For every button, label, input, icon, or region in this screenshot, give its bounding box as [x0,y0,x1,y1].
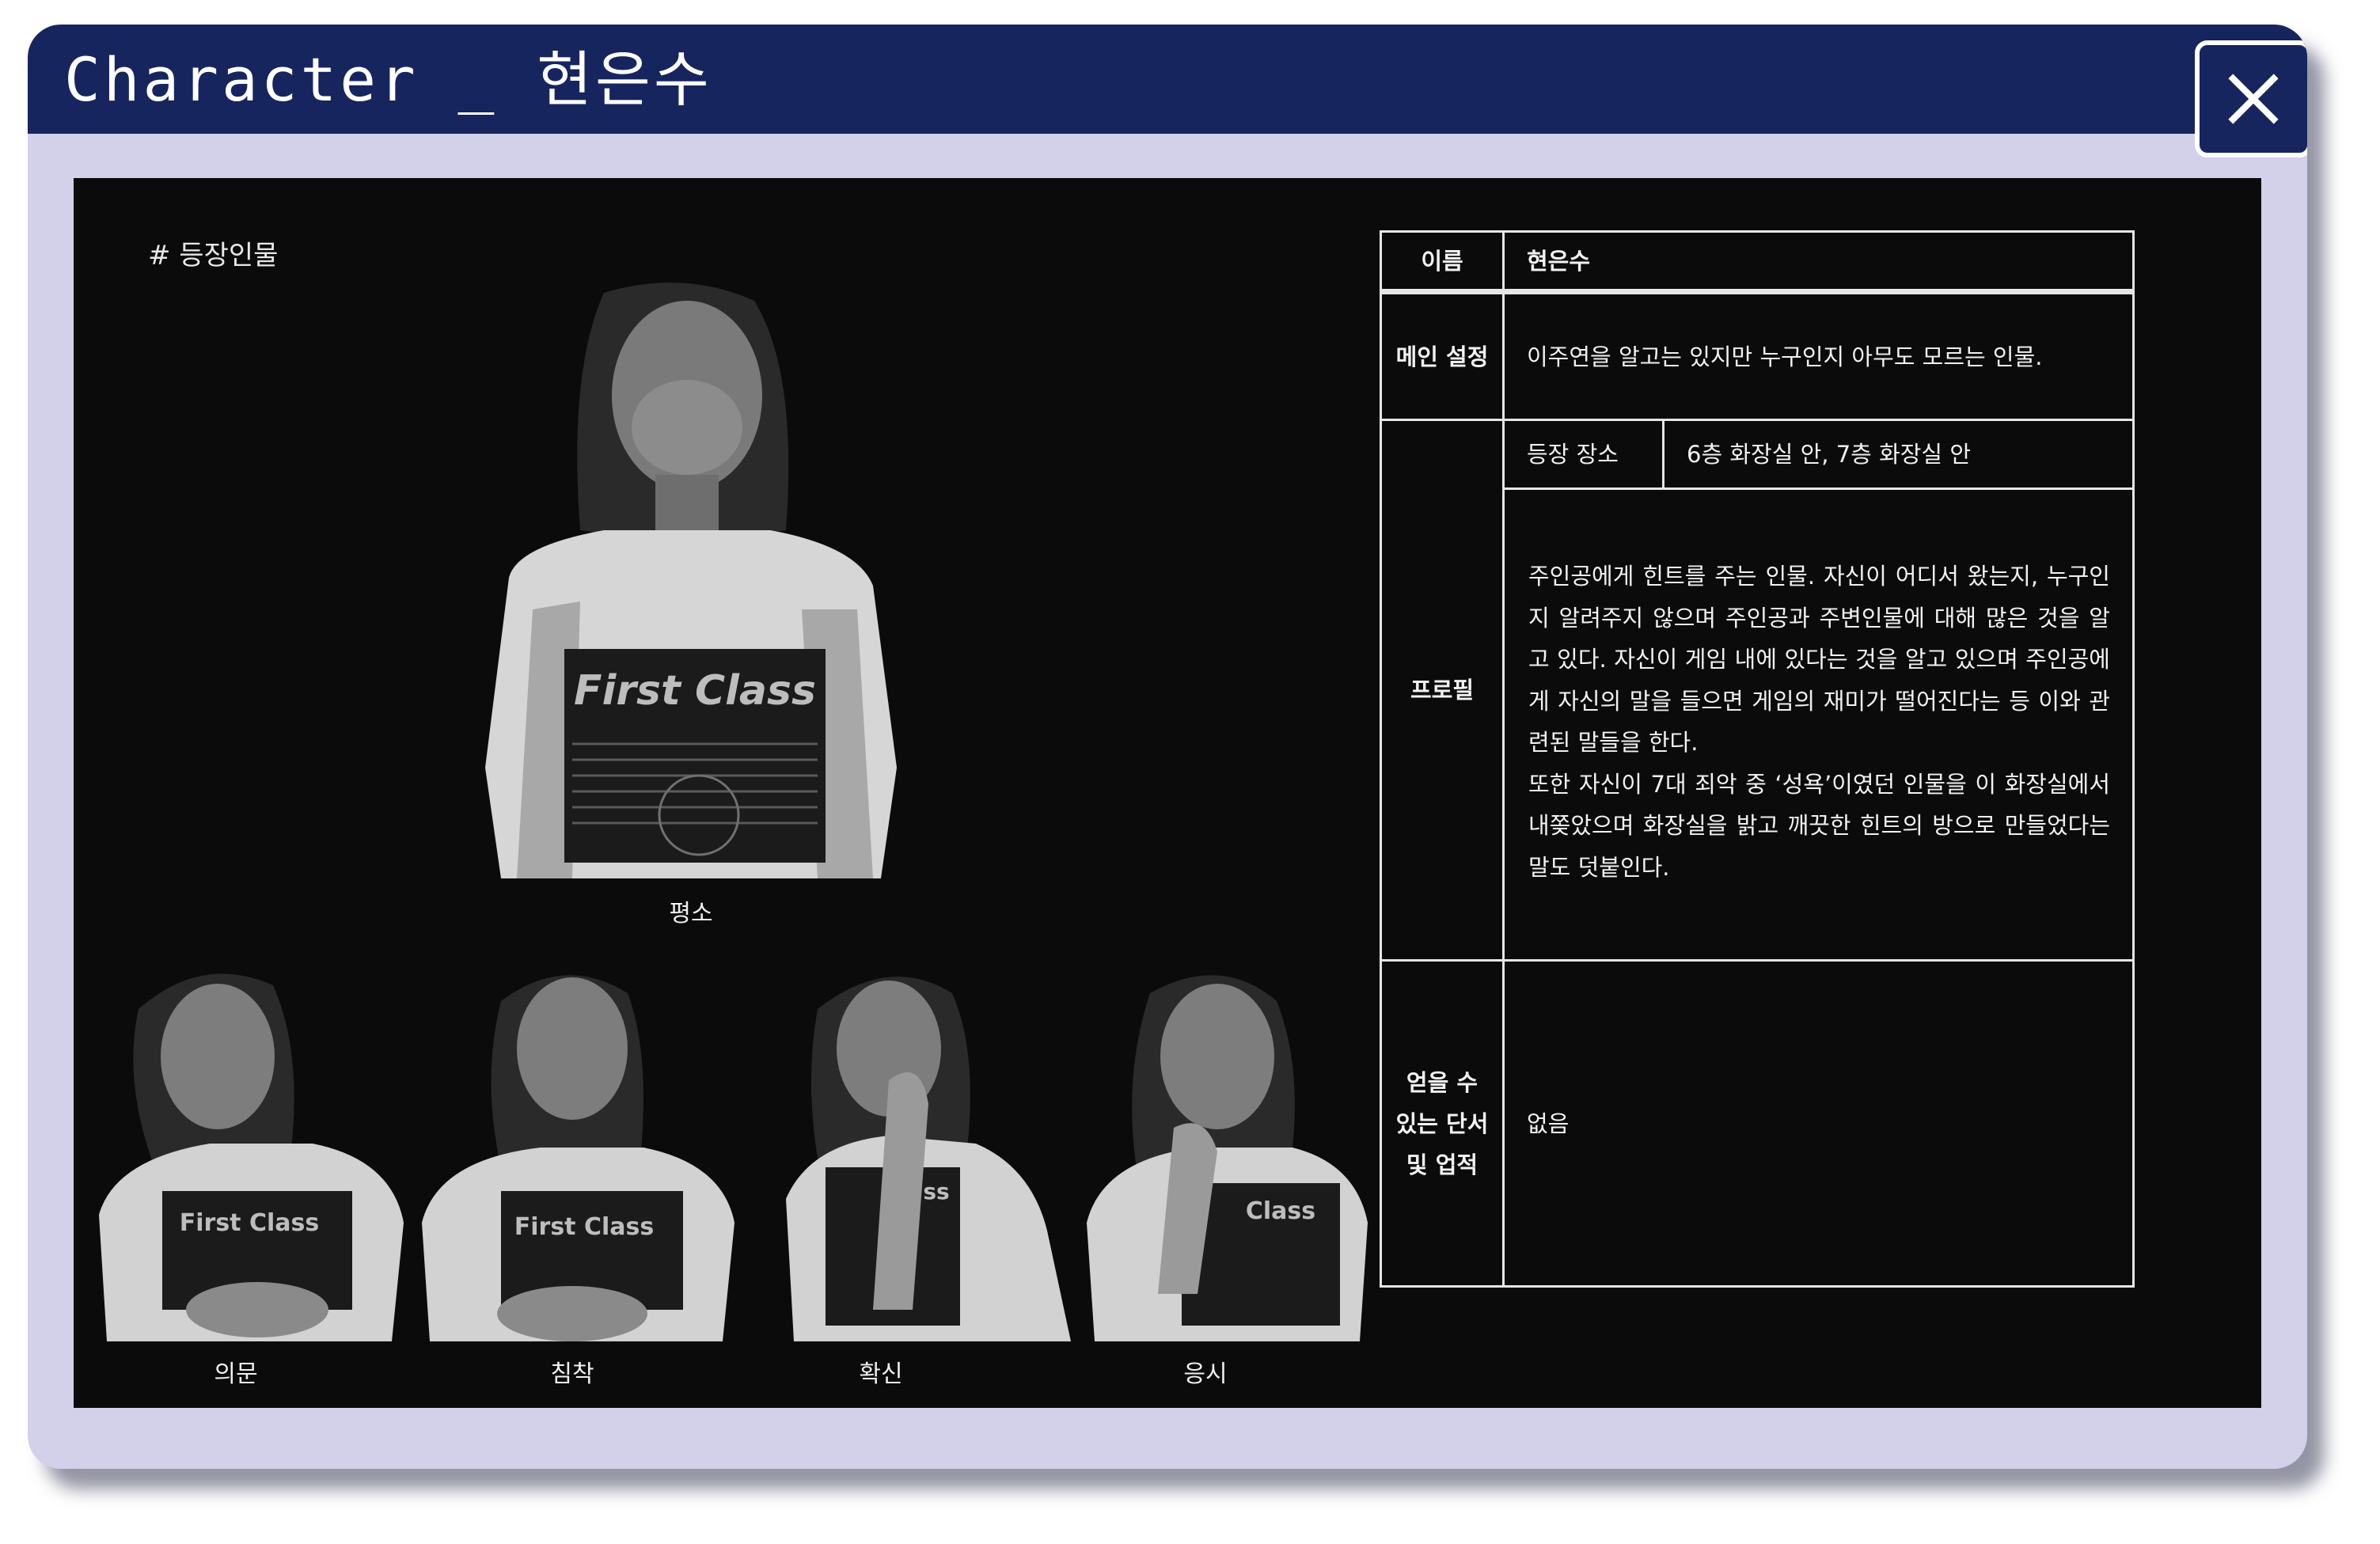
clues-label-line: 있는 단서 [1395,1110,1489,1137]
shirt-text: First Class [180,1209,319,1237]
caption-gaze: 응시 [1183,1360,1228,1388]
table-divider [1505,487,2132,490]
shirt-text: First Class [514,1213,654,1241]
location-label: 등장 장소 [1527,441,1619,468]
profile-paragraph: 또한 자신이 7대 죄악 중 ‘성욕’이였던 인물을 이 화장실에서 내쫒았으며… [1528,770,2110,881]
caption-normal: 평소 [669,900,713,928]
section-heading: # 등장인물 [148,240,279,271]
main-setting-value: 이주연을 알고는 있지만 누구인지 아무도 모르는 인물. [1527,343,2043,370]
location-value: 6층 화장실 안, 7층 화장실 안 [1687,441,1972,468]
clues-value: 없음 [1527,1110,1570,1137]
content-panel: # 등장인물 First Class 평소 First Class 의문 Fir… [74,178,2261,1408]
caption-doubt: 의문 [214,1360,258,1388]
clues-label: 얻을 수 있는 단서 및 업적 [1382,962,1502,1285]
clues-label-line: 및 업적 [1406,1151,1478,1178]
character-image-conviction: ss [770,962,1071,1341]
main-setting-label: 메인 설정 [1395,343,1489,370]
character-window: Character _ 현은수 # 등장인물 First Class 평소 Fi… [28,25,2307,1469]
shirt-text: ss [923,1178,949,1204]
character-image-calm: First Class [414,962,738,1341]
window-title: Character _ 현은수 [64,44,712,115]
table-divider [1382,289,2132,294]
profile-description: 주인공에게 힌트를 주는 인물. 자신이 어디서 왔는지, 누구인지 알려주지 … [1528,556,2110,888]
close-icon [2228,74,2279,124]
title-bar: Character _ 현은수 [28,25,2307,157]
shirt-text: Class [1246,1197,1315,1225]
close-button[interactable] [2195,40,2307,157]
name-label: 이름 [1421,247,1463,275]
clues-label-line: 얻을 수 [1406,1068,1478,1096]
profile-label: 프로필 [1410,677,1475,704]
character-image-gaze: Class [1079,962,1372,1341]
caption-conviction: 확신 [859,1360,903,1388]
name-value: 현은수 [1527,247,1591,275]
character-image-doubt: First Class [91,962,408,1341]
character-image-normal: First Class [485,277,897,878]
profile-paragraph: 주인공에게 힌트를 주는 인물. 자신이 어디서 왔는지, 누구인지 알려주지 … [1528,563,2110,756]
shirt-text: First Class [574,667,816,715]
caption-calm: 침착 [550,1360,594,1388]
character-info-table: 이름 현은수 메인 설정 이주연을 알고는 있지만 누구인지 아무도 모르는 인… [1380,230,2135,1288]
